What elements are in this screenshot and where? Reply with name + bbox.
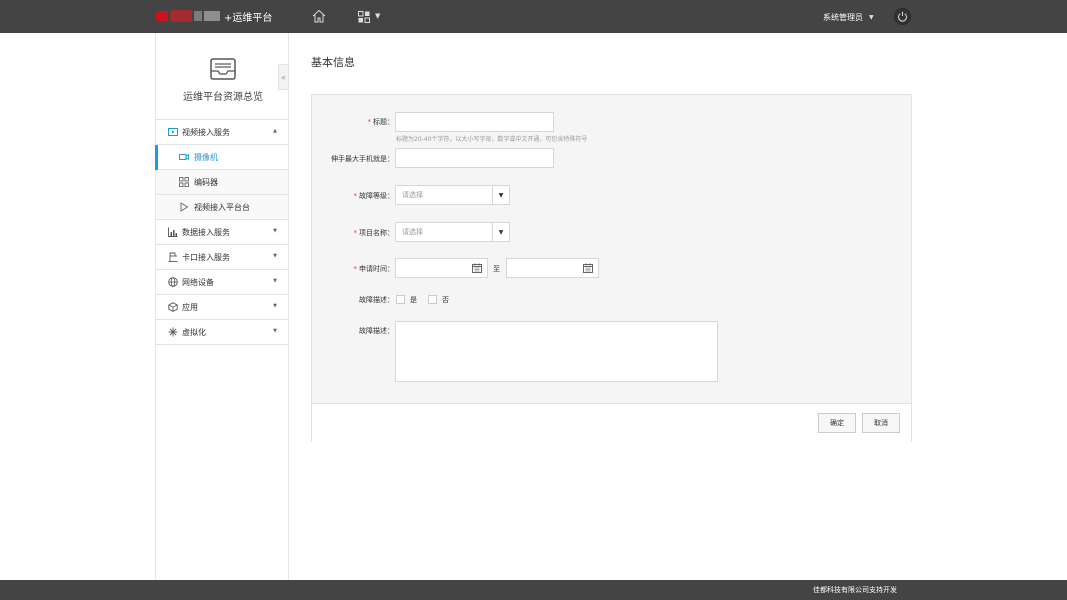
sidebar-item-label: 数据接入服务 (182, 227, 230, 237)
chart-icon (168, 227, 178, 237)
yes-checkbox[interactable] (396, 295, 405, 304)
sidebar-item-network-devices[interactable]: 网络设备 ▼ (156, 270, 288, 295)
sidebar-item-label: 应用 (182, 302, 198, 312)
project-name-placeholder: 请选择 (402, 228, 423, 236)
footer-text: 佳都科技有限公司支持开发 (813, 586, 897, 594)
fault-level-placeholder: 请选择 (402, 191, 423, 199)
chevron-down-icon[interactable]: ▼ (492, 186, 509, 204)
chevron-down-icon: ▼ (273, 253, 277, 259)
sidebar-collapse-button[interactable]: « (278, 64, 289, 90)
sidebar-item-data-service[interactable]: 数据接入服务 ▼ (156, 220, 288, 245)
basic-info-form: * 标题： 标题为20-40个字符，以大小写字母，数字或中文开通，可包含特殊符号 … (311, 94, 912, 442)
camera-icon (179, 152, 189, 162)
encoder-icon (179, 177, 189, 187)
sidebar-item-label: 卡口接入服务 (182, 252, 230, 262)
form-body: * 标题： 标题为20-40个字符，以大小写字母，数字或中文开通，可包含特殊符号 … (312, 95, 911, 404)
home-icon[interactable] (312, 9, 326, 23)
play-icon (179, 202, 189, 212)
fault-level-select[interactable]: 请选择 ▼ (395, 185, 510, 205)
title-input[interactable] (395, 112, 554, 132)
apply-time-label: * 申请时间： (353, 265, 395, 273)
sidebar-header[interactable]: 运维平台资源总览 (156, 33, 288, 120)
project-name-select[interactable]: 请选择 ▼ (395, 222, 510, 242)
user-menu[interactable]: 系统管理员 ▼ (823, 12, 874, 23)
title-hint: 标题为20-40个字符，以大小写字母，数字或中文开通，可包含特殊符号 (396, 136, 588, 143)
sidebar-item-label: 编码器 (194, 177, 218, 187)
power-icon (898, 11, 907, 22)
inbox-icon (210, 58, 236, 80)
chevron-down-icon: ▼ (273, 228, 277, 234)
fault-desc-label: 故障描述： (359, 327, 394, 335)
sidebar-item-label: 网络设备 (182, 277, 214, 287)
sidebar-item-label: 虚拟化 (182, 327, 206, 337)
brand-logo (156, 9, 224, 23)
fault-level-label: * 故障等级： (353, 192, 395, 200)
calendar-icon[interactable] (583, 263, 593, 273)
date-range-separator: 至 (493, 265, 500, 273)
brand[interactable]: +运维平台 (156, 9, 273, 24)
yes-label: 是 (410, 296, 417, 304)
fault-desc-check-label: 故障描述： (359, 296, 394, 304)
phone-label: 伸手最大手机就是： (331, 155, 394, 163)
sidebar-item-label: 视频接入服务 (182, 127, 230, 137)
footer-bar: 佳都科技有限公司支持开发 (0, 580, 1067, 600)
sidebar-item-checkpoint-service[interactable]: 卡口接入服务 ▼ (156, 245, 288, 270)
chevron-down-icon: ▼ (273, 278, 277, 284)
confirm-button[interactable]: 确定 (818, 413, 856, 433)
globe-icon (168, 277, 178, 287)
start-date-input[interactable] (395, 258, 488, 278)
calendar-icon[interactable] (472, 263, 482, 273)
sidebar-item-video-platform[interactable]: 视频接入平台台 (156, 195, 288, 220)
video-service-icon (168, 127, 178, 137)
sidebar-item-label: 摄像机 (194, 152, 218, 162)
snowflake-icon (168, 327, 178, 337)
logout-button[interactable] (894, 8, 911, 25)
no-label: 否 (442, 296, 449, 304)
chevron-down-icon: ▼ (273, 303, 277, 309)
form-footer: 确定 取消 (312, 405, 911, 442)
sidebar-title: 运维平台资源总览 (183, 92, 263, 103)
user-name: 系统管理员 (823, 13, 863, 22)
end-date-input[interactable] (506, 258, 599, 278)
sidebar-item-camera[interactable]: 摄像机 (155, 145, 288, 170)
app-title: +运维平台 (224, 12, 273, 24)
project-name-label: * 项目名称： (353, 229, 395, 237)
page-title: 基本信息 (311, 56, 355, 69)
title-label: * 标题： (367, 118, 395, 126)
cube-icon (168, 302, 178, 312)
apps-grid-icon[interactable] (358, 11, 370, 23)
fault-desc-textarea[interactable] (395, 321, 718, 382)
sidebar: 运维平台资源总览 视频接入服务 ▲ 摄像机 编码器 视频接入平台台 数据接入服务… (155, 33, 289, 580)
chevron-up-icon: ▲ (273, 128, 277, 134)
chevron-down-icon[interactable]: ▼ (492, 223, 509, 241)
top-bar: +运维平台 ▼ 系统管理员 ▼ (0, 0, 1067, 33)
no-checkbox[interactable] (428, 295, 437, 304)
cancel-button[interactable]: 取消 (862, 413, 900, 433)
sidebar-item-label: 视频接入平台台 (194, 202, 250, 212)
sidebar-item-applications[interactable]: 应用 ▼ (156, 295, 288, 320)
checkpoint-icon (168, 252, 178, 262)
sidebar-item-video-service[interactable]: 视频接入服务 ▲ (156, 120, 288, 145)
chevron-down-icon: ▼ (869, 14, 874, 21)
chevron-down-icon[interactable]: ▼ (375, 12, 380, 20)
chevron-down-icon: ▼ (273, 328, 277, 334)
sidebar-item-encoder[interactable]: 编码器 (156, 170, 288, 195)
phone-input[interactable] (395, 148, 554, 168)
sidebar-item-virtualization[interactable]: 虚拟化 ▼ (156, 320, 288, 345)
